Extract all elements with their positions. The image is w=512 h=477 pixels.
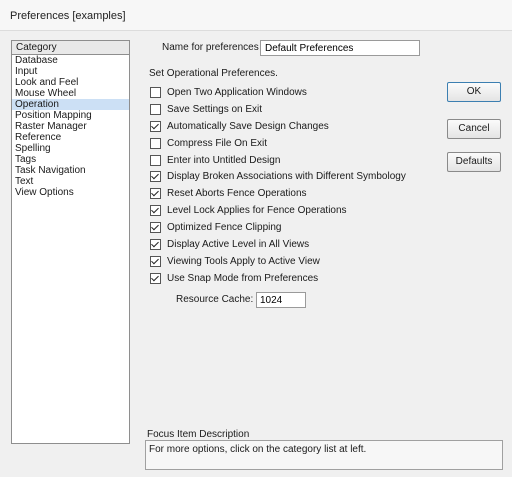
defaults-button[interactable]: Defaults [447,152,501,172]
category-item-position-mapping[interactable]: Position Mapping [12,110,129,121]
category-header-label: Category [16,42,57,53]
category-item-view-options[interactable]: View Options [12,187,129,198]
option-row[interactable]: Save Settings on Exit [150,101,406,118]
checkbox-checked[interactable] [150,222,161,234]
option-row[interactable]: Open Two Application Windows [150,84,406,101]
category-item-operation[interactable]: Operation [12,99,129,110]
checkbox-checked[interactable] [150,272,161,284]
checkbox-unchecked[interactable] [150,154,161,166]
checkbox-checked[interactable] [150,205,161,217]
option-row[interactable]: Enter into Untitled Design [150,152,406,169]
category-item-text[interactable]: Text [12,176,129,187]
checkbox-checked[interactable] [150,188,161,200]
option-row[interactable]: Automatically Save Design Changes [150,118,406,135]
focus-item-description-text: For more options, click on the category … [149,444,367,455]
checkbox-unchecked[interactable] [150,86,161,98]
cancel-button[interactable]: Cancel [447,119,501,139]
option-label: Level Lock Applies for Fence Operations [167,205,347,217]
category-header: Category [11,40,130,54]
window-title: Preferences [examples] [10,10,126,22]
option-label: Open Two Application Windows [167,86,307,98]
category-item-reference[interactable]: Reference [12,132,129,143]
option-row[interactable]: Viewing Tools Apply to Active View [150,253,406,270]
option-row[interactable]: Optimized Fence Clipping [150,219,406,236]
checkbox-checked[interactable] [150,120,161,132]
checkbox-checked[interactable] [150,255,161,267]
option-label: Enter into Untitled Design [167,154,281,166]
option-row[interactable]: Display Active Level in All Views [150,236,406,253]
focus-item-description-box: For more options, click on the category … [145,440,503,470]
category-item-spelling[interactable]: Spelling [12,143,129,154]
option-label: Viewing Tools Apply to Active View [167,255,320,267]
checkbox-unchecked[interactable] [150,103,161,115]
option-row[interactable]: Reset Aborts Fence Operations [150,185,406,202]
option-label: Reset Aborts Fence Operations [167,188,307,200]
option-label: Display Broken Associations with Differe… [167,171,406,183]
checkbox-checked[interactable] [150,171,161,183]
option-label: Compress File On Exit [167,137,268,149]
option-row[interactable]: Level Lock Applies for Fence Operations [150,202,406,219]
category-item-raster-manager[interactable]: Raster Manager [12,121,129,132]
ok-button[interactable]: OK [447,82,501,102]
option-label: Optimized Fence Clipping [167,222,282,234]
name-for-preferences-input[interactable] [260,40,420,56]
option-row[interactable]: Compress File On Exit [150,135,406,152]
checkbox-checked[interactable] [150,238,161,250]
name-for-preferences-label: Name for preferences [162,42,259,53]
option-row[interactable]: Display Broken Associations with Differe… [150,168,406,185]
category-item-look-and-feel[interactable]: Look and Feel [12,77,129,88]
category-item-mouse-wheel[interactable]: Mouse Wheel [12,88,129,99]
resource-cache-label: Resource Cache: [176,294,254,305]
focus-item-description-label: Focus Item Description [147,429,250,440]
resource-cache-input[interactable] [256,292,306,308]
option-label: Save Settings on Exit [167,103,263,115]
category-item-tags[interactable]: Tags [12,154,129,165]
title-bar: Preferences [examples] [0,0,512,31]
option-label: Use Snap Mode from Preferences [167,272,319,284]
option-label: Display Active Level in All Views [167,238,310,250]
category-item-database[interactable]: Database [12,55,129,66]
option-label: Automatically Save Design Changes [167,120,329,132]
checkbox-unchecked[interactable] [150,137,161,149]
category-item-task-navigation[interactable]: Task Navigation [12,165,129,176]
category-list[interactable]: Database Input Look and Feel Mouse Wheel Ope… [11,54,130,444]
section-label: Set Operational Preferences. [149,68,278,79]
category-item-input[interactable]: Input [12,66,129,77]
options-list: Open Two Application Windows Save Setting… [150,84,406,287]
option-row[interactable]: Use Snap Mode from Preferences [150,270,406,287]
